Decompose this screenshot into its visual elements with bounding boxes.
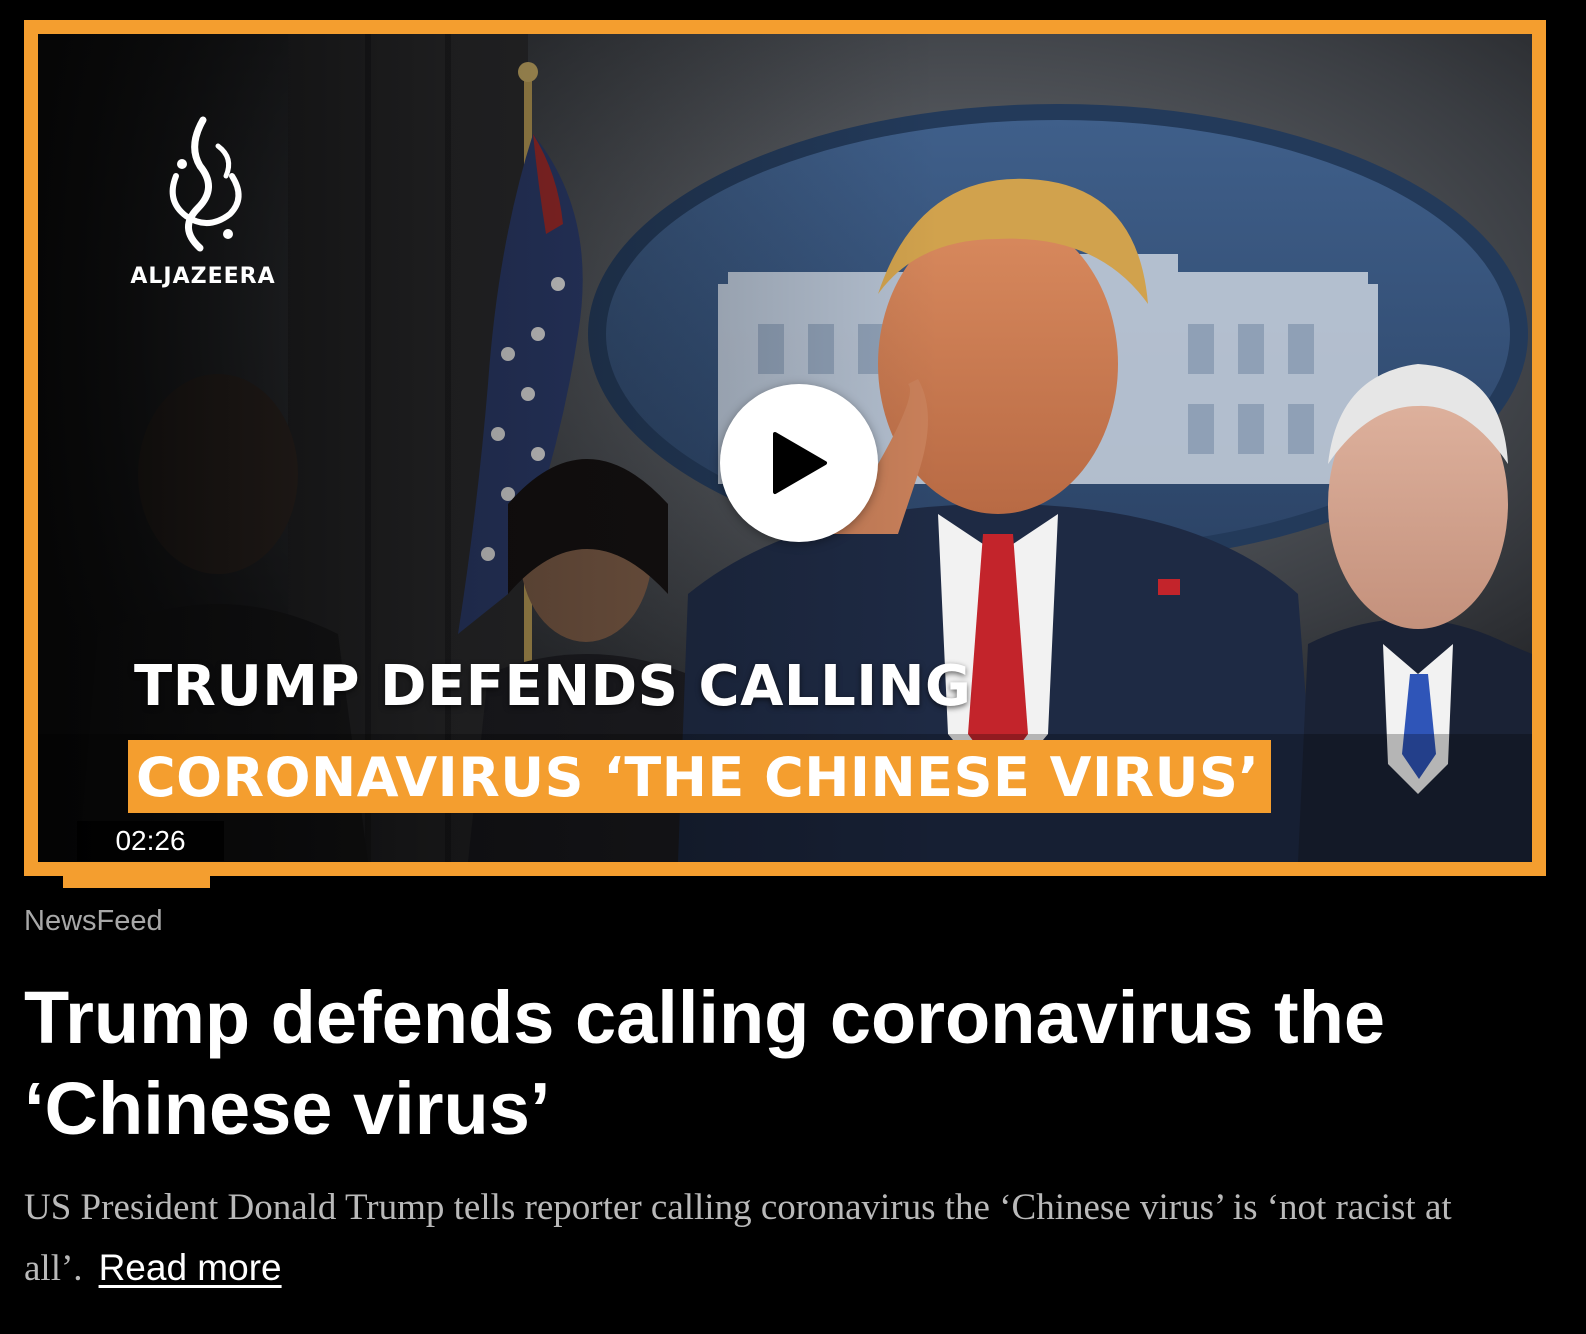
article-title[interactable]: Trump defends calling coronavirus the ‘C… bbox=[24, 972, 1504, 1154]
brand-name: ALJAZEERA bbox=[130, 264, 276, 289]
duration-badge: 02:26 bbox=[77, 821, 224, 861]
duration-accent-bar bbox=[63, 876, 210, 888]
play-button[interactable] bbox=[720, 384, 878, 542]
aljazeera-logo: ALJAZEERA bbox=[118, 116, 288, 289]
category-link[interactable]: NewsFeed bbox=[24, 905, 163, 938]
read-more-link[interactable]: Read more bbox=[99, 1247, 282, 1288]
thumbnail-headline-line2: CORONAVIRUS ‘THE CHINESE VIRUS’ bbox=[128, 740, 1272, 813]
play-icon bbox=[773, 432, 827, 494]
article-summary: US President Donald Trump tells reporter… bbox=[24, 1178, 1554, 1299]
thumbnail-headline-line1: TRUMP DEFENDS CALLING bbox=[134, 654, 972, 719]
aljazeera-logo-icon bbox=[169, 116, 242, 252]
video-thumbnail[interactable]: ALJAZEERA TRUMP DEFENDS CALLING CORONAVI… bbox=[24, 20, 1546, 876]
